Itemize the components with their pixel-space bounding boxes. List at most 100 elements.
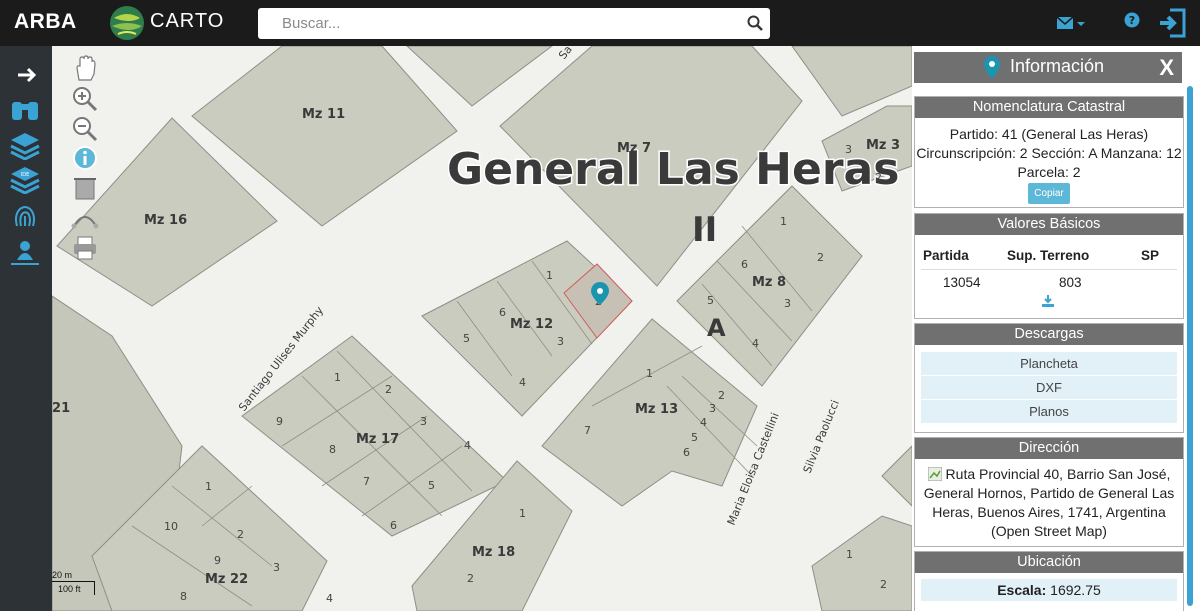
fingerprint-icon[interactable] <box>8 200 42 230</box>
svg-text:1: 1 <box>205 480 212 493</box>
scale-imperial: 100 ft <box>58 584 81 594</box>
svg-text:?: ? <box>1129 14 1135 27</box>
search-icon[interactable] <box>746 14 764 32</box>
address-source: (Open Street Map) <box>991 523 1107 539</box>
svg-text:9: 9 <box>214 554 221 567</box>
svg-text:6: 6 <box>390 519 397 532</box>
info-panel-title: Información <box>1010 56 1105 76</box>
copy-button[interactable]: Copiar <box>1028 183 1070 204</box>
svg-text:6: 6 <box>499 306 506 319</box>
valores-header: Valores Básicos <box>915 214 1183 235</box>
carto-wordmark: CARTO <box>150 10 225 32</box>
measure-area-icon[interactable] <box>70 174 100 202</box>
svg-text:2: 2 <box>817 251 824 264</box>
parcela-line: Parcela: 2 <box>1017 164 1081 180</box>
svg-text:6: 6 <box>741 258 748 271</box>
superficie-value: 803 <box>1059 275 1082 290</box>
direccion-section: Dirección Ruta Provincial 40, Barrio San… <box>914 437 1184 547</box>
descargas-header: Descargas <box>915 324 1183 345</box>
measure-line-icon[interactable] <box>70 204 100 232</box>
nomenclatura-section: Nomenclatura Catastral Partido: 41 (Gene… <box>914 96 1184 208</box>
svg-text:1: 1 <box>546 269 553 282</box>
ubicacion-header: Ubicación <box>915 552 1183 573</box>
pan-hand-icon[interactable] <box>70 54 100 82</box>
svg-text:5: 5 <box>691 431 698 444</box>
ubicacion-section: Ubicación Escala: 1692.75 <box>914 551 1184 611</box>
map-view[interactable]: General Las Heras II A Mz 11 Mz 7 Mz 3 M… <box>52 46 912 611</box>
svg-text:4: 4 <box>464 439 471 452</box>
svg-text:2: 2 <box>467 572 474 585</box>
svg-text:2: 2 <box>385 383 392 396</box>
svg-text:3: 3 <box>784 297 791 310</box>
svg-text:2: 2 <box>718 389 725 402</box>
download-plancheta[interactable]: Plancheta <box>921 351 1177 375</box>
address-line: Heras, Buenos Aires, 1741, Argentina <box>932 504 1166 520</box>
block-label: Mz 8 <box>752 275 786 290</box>
svg-text:6: 6 <box>683 446 690 459</box>
partido-line: Partido: 41 (General Las Heras) <box>949 126 1149 142</box>
scale-metric: 20 m <box>52 570 73 580</box>
svg-text:5: 5 <box>428 479 435 492</box>
locality-label: General Las Heras <box>447 144 899 195</box>
mail-dropdown-icon[interactable] <box>1056 14 1086 32</box>
svg-text:5: 5 <box>707 294 714 307</box>
top-bar: ARBA CARTO ? <box>0 0 1200 46</box>
svg-text:4: 4 <box>700 416 707 429</box>
zoom-out-icon[interactable] <box>70 114 100 142</box>
zoom-in-icon[interactable] <box>70 84 100 112</box>
download-dxf[interactable]: DXF <box>921 375 1177 399</box>
address-line: Ruta Provincial 40, Barrio San José, <box>945 466 1171 482</box>
svg-text:1: 1 <box>780 215 787 228</box>
panel-scrollbar[interactable] <box>1187 86 1193 606</box>
download-icon[interactable] <box>1042 295 1054 307</box>
svg-text:10: 10 <box>164 520 178 533</box>
svg-text:2: 2 <box>875 171 882 184</box>
binoculars-icon[interactable] <box>8 94 42 124</box>
block-label: Mz 3 <box>866 138 900 153</box>
search-input[interactable] <box>258 8 732 39</box>
layers-icon[interactable] <box>8 130 42 160</box>
print-icon[interactable] <box>70 234 100 262</box>
user-location-icon[interactable] <box>8 236 42 266</box>
svg-text:4: 4 <box>752 337 759 350</box>
scale-bar: 20 m 100 ft <box>46 570 98 598</box>
map-icon <box>927 467 942 481</box>
address-line: General Hornos, Partido de General Las <box>923 485 1175 501</box>
circunscription-label: II <box>692 210 717 250</box>
close-button[interactable]: X <box>1159 55 1174 81</box>
svg-text:7: 7 <box>584 424 591 437</box>
column-header: SP <box>1141 248 1160 263</box>
arrow-right-icon[interactable] <box>8 60 42 90</box>
block-label: Mz 17 <box>356 432 399 447</box>
info-panel: Información X Nomenclatura Catastral Par… <box>912 46 1200 611</box>
idc-layers-icon[interactable]: IDE <box>8 164 42 194</box>
scale-value: 1692.75 <box>1050 582 1101 598</box>
help-icon[interactable]: ? <box>1124 12 1140 28</box>
block-label: Mz 13 <box>635 402 678 417</box>
svg-text:4: 4 <box>326 592 333 605</box>
svg-text:8: 8 <box>329 443 336 456</box>
direccion-header: Dirección <box>915 438 1183 459</box>
carto-globe-icon <box>110 6 144 40</box>
svg-text:3: 3 <box>709 402 716 415</box>
location-pin-icon <box>984 56 1000 79</box>
svg-text:3: 3 <box>420 415 427 428</box>
logout-icon[interactable] <box>1158 8 1186 38</box>
block-label: Mz 11 <box>302 107 345 122</box>
descargas-section: Descargas Plancheta DXF Planos <box>914 323 1184 433</box>
block-label: Mz 22 <box>205 572 248 587</box>
svg-text:4: 4 <box>519 376 526 389</box>
info-icon[interactable] <box>70 144 100 172</box>
nomenclatura-header: Nomenclatura Catastral <box>915 97 1183 118</box>
block-label: Mz 16 <box>144 213 187 228</box>
block-label: Mz 7 <box>617 141 651 156</box>
app: ARBA CARTO ? <box>0 0 1200 611</box>
map-canvas[interactable]: General Las Heras II A Mz 11 Mz 7 Mz 3 M… <box>52 46 912 611</box>
download-planos[interactable]: Planos <box>921 399 1177 423</box>
block-label: Mz 12 <box>510 317 553 332</box>
svg-text:1: 1 <box>334 371 341 384</box>
arba-logo[interactable]: ARBA <box>14 10 77 34</box>
svg-text:2: 2 <box>237 528 244 541</box>
section-label: A <box>707 314 726 342</box>
valores-section: Valores Básicos Partida Sup. Terreno SP … <box>914 213 1184 319</box>
